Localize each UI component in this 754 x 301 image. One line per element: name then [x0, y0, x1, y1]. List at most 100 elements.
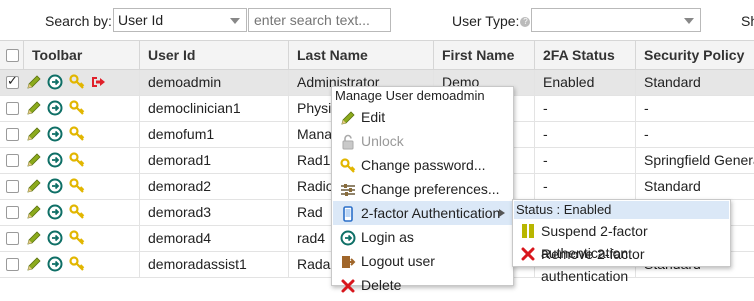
search-input[interactable] — [248, 8, 391, 32]
pencil-icon[interactable] — [26, 74, 42, 90]
menu-item-label: Unlock — [361, 133, 404, 149]
row-checkbox[interactable] — [6, 73, 19, 89]
login-icon[interactable] — [47, 126, 63, 142]
key-icon[interactable] — [69, 204, 85, 220]
login-icon[interactable] — [47, 100, 63, 116]
header-first-name[interactable]: First Name — [433, 41, 534, 69]
logout-icon — [340, 253, 356, 269]
two-factor-status: Status : Enabled — [514, 201, 729, 219]
menu-item-2-factor-authentication[interactable]: 2-factor Authentication — [333, 201, 513, 225]
select-all-checkbox[interactable] — [6, 49, 19, 62]
row-checkbox[interactable] — [6, 206, 19, 219]
phone-icon — [340, 205, 356, 222]
login-icon[interactable] — [47, 74, 63, 90]
pencil-icon[interactable] — [26, 178, 42, 194]
search-by-select[interactable]: User Id — [113, 8, 247, 32]
key-icon[interactable] — [69, 230, 85, 246]
delete-icon — [340, 277, 356, 293]
header-2fa-status[interactable]: 2FA Status — [534, 41, 635, 69]
pencil-icon[interactable] — [26, 152, 42, 168]
menu-item-edit[interactable]: Edit — [333, 105, 513, 129]
chevron-down-icon — [684, 18, 694, 24]
table-header: Toolbar User Id Last Name First Name 2FA… — [0, 40, 754, 70]
menu-item-change-preferences[interactable]: Change preferences... — [333, 177, 513, 201]
remove-2fa-label: Remove 2-factor authentication — [541, 246, 645, 284]
cell-security-policy: Standard — [635, 70, 754, 95]
menu-item-label: Login as — [361, 229, 414, 245]
menu-item-label: 2-factor Authentication — [361, 205, 501, 221]
two-factor-submenu: Status : Enabled Suspend 2-factor authen… — [512, 199, 731, 284]
menu-item-label: Change preferences... — [361, 181, 500, 197]
key-icon[interactable] — [69, 256, 85, 272]
pencil-icon[interactable] — [26, 204, 42, 220]
row-checkbox[interactable] — [6, 102, 19, 115]
header-toolbar[interactable]: Toolbar — [23, 41, 139, 69]
remove-2fa-item[interactable]: Remove 2-factor authentication — [514, 243, 729, 284]
row-checkbox[interactable] — [6, 232, 19, 245]
user-type-label: User Type:? — [452, 13, 531, 29]
key-icon — [340, 157, 356, 173]
login-icon[interactable] — [47, 204, 63, 220]
login-icon[interactable] — [47, 230, 63, 246]
key-icon[interactable] — [69, 178, 85, 194]
menu-item-delete[interactable]: Delete — [333, 273, 513, 297]
menu-item-label: Change password... — [361, 157, 486, 173]
key-icon[interactable] — [69, 100, 85, 116]
cell-2fa-status: - — [534, 174, 635, 199]
cell-user-id: demorad4 — [139, 226, 288, 251]
context-menu: Manage User demoadmin Edit Unlock Change p… — [331, 86, 514, 293]
cell-2fa-status: - — [534, 96, 635, 121]
sliders-icon — [340, 181, 356, 197]
cell-security-policy: Standard — [635, 174, 754, 199]
key-icon[interactable] — [69, 126, 85, 142]
header-user-id[interactable]: User Id — [139, 41, 288, 69]
pause-icon — [522, 224, 534, 238]
unlock-icon — [340, 133, 356, 150]
pencil-icon[interactable] — [26, 100, 42, 116]
pencil-icon[interactable] — [26, 126, 42, 142]
logout-icon[interactable] — [90, 74, 106, 90]
row-checkbox[interactable] — [6, 180, 19, 193]
menu-item-logout-user[interactable]: Logout user — [333, 249, 513, 273]
context-menu-title: Manage User demoadmin — [335, 88, 485, 103]
login-icon[interactable] — [47, 256, 63, 272]
menu-item-label: Delete — [361, 277, 402, 293]
chevron-down-icon — [230, 18, 240, 24]
key-icon[interactable] — [69, 74, 85, 90]
login-icon — [340, 229, 356, 246]
user-type-label-text: User Type: — [452, 13, 520, 29]
row-checkbox[interactable] — [6, 154, 19, 167]
cell-user-id: demoradassist1 — [139, 252, 288, 277]
pencil-icon[interactable] — [26, 256, 42, 272]
login-icon[interactable] — [47, 178, 63, 194]
show-label: Sh — [741, 13, 754, 29]
row-checkbox[interactable] — [6, 258, 19, 271]
search-by-value: User Id — [118, 12, 164, 28]
menu-item-label: Edit — [361, 109, 386, 125]
cell-2fa-status: Enabled — [534, 70, 635, 95]
cell-user-id: demorad1 — [139, 148, 288, 173]
help-icon[interactable]: ? — [520, 17, 531, 28]
header-last-name[interactable]: Last Name — [288, 41, 433, 69]
menu-item-unlock: Unlock — [333, 129, 513, 153]
header-security-policy[interactable]: Security Policy — [635, 41, 754, 69]
cell-2fa-status: - — [534, 148, 635, 173]
search-by-label: Search by: — [45, 13, 112, 29]
menu-item-change-password[interactable]: Change password... — [333, 153, 513, 177]
submenu-arrow-icon — [499, 209, 505, 217]
suspend-2fa-item[interactable]: Suspend 2-factor authentication — [514, 220, 729, 261]
cell-user-id: democlinician1 — [139, 96, 288, 121]
red-x-icon — [521, 247, 535, 261]
login-icon[interactable] — [47, 152, 63, 168]
key-icon[interactable] — [69, 152, 85, 168]
cell-user-id: demofum1 — [139, 122, 288, 147]
menu-item-login-as[interactable]: Login as — [333, 225, 513, 249]
row-checkbox[interactable] — [6, 128, 19, 141]
cell-security-policy: - — [635, 122, 754, 147]
cell-user-id: demorad3 — [139, 200, 288, 225]
user-type-select[interactable] — [531, 8, 701, 32]
cell-security-policy: Springfield General — [635, 148, 754, 173]
search-bar: Search by: User Id User Type:? Sh — [0, 0, 754, 40]
cell-user-id: demorad2 — [139, 174, 288, 199]
pencil-icon[interactable] — [26, 230, 42, 246]
